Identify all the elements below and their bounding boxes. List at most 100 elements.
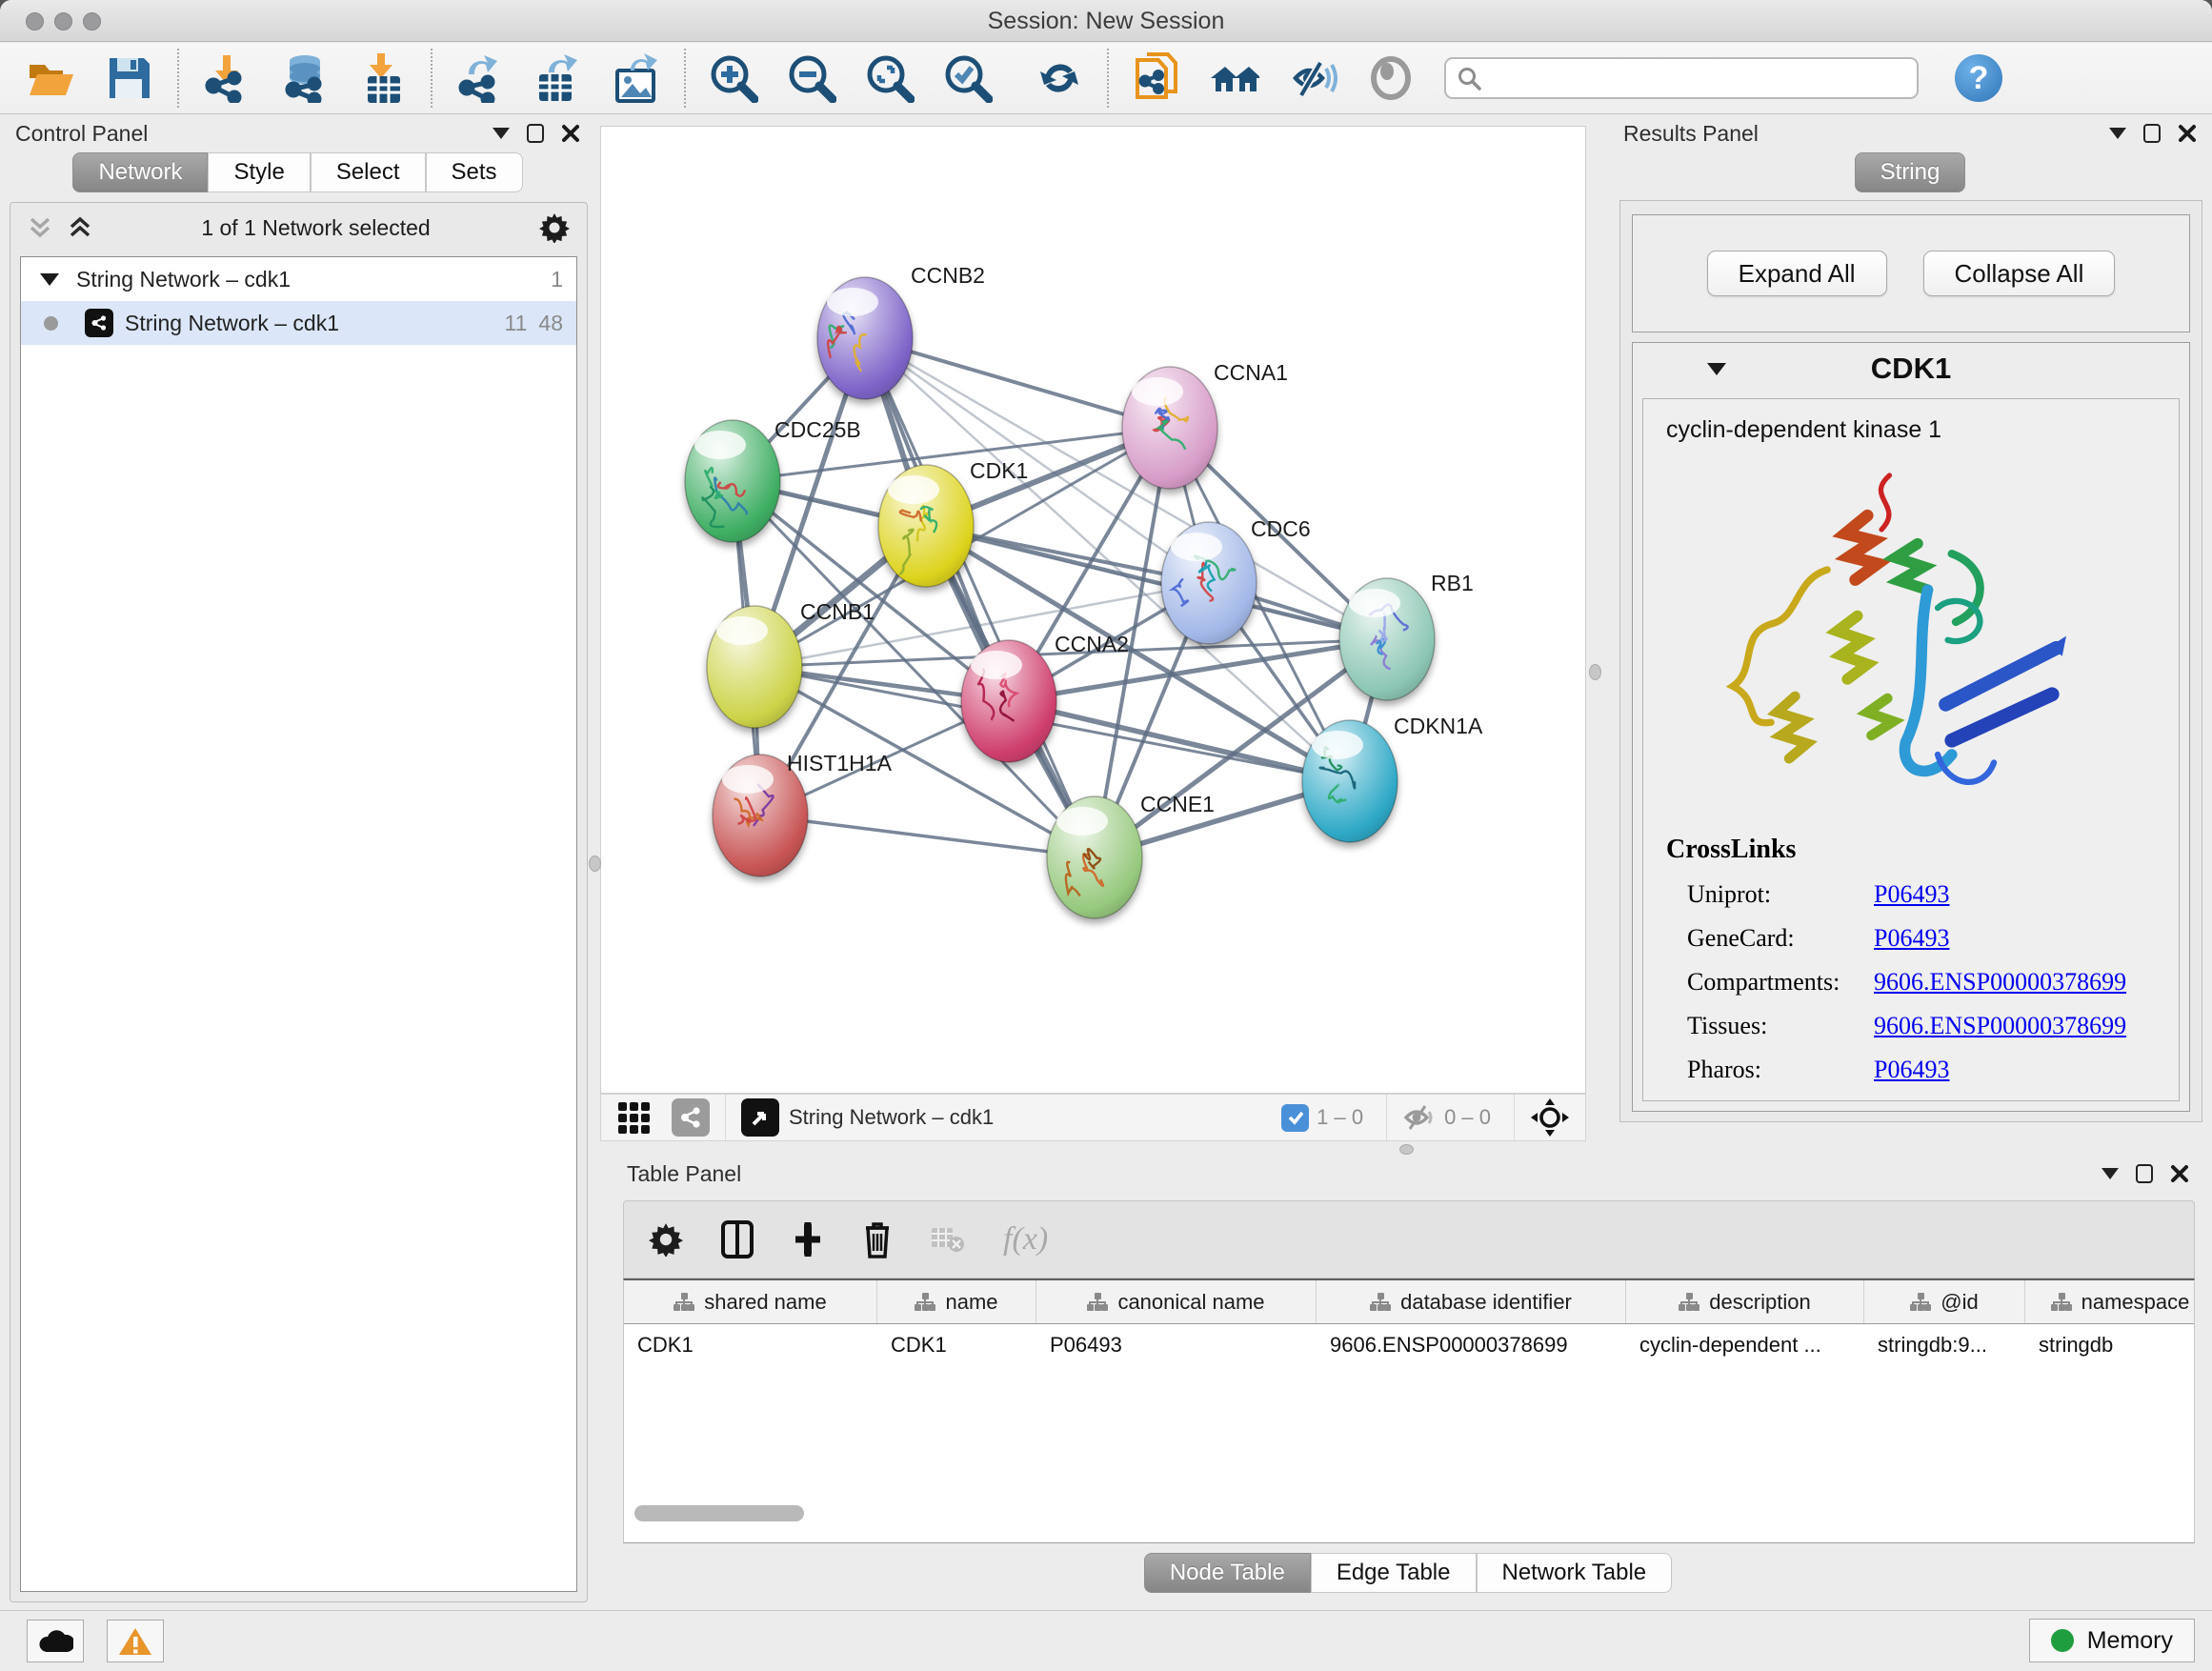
table-row[interactable]: CDK1CDK1P064939606.ENSP00000378699cyclin… bbox=[624, 1324, 2194, 1366]
tab-style[interactable]: Style bbox=[208, 152, 310, 192]
table-cell[interactable]: 9606.ENSP00000378699 bbox=[1317, 1324, 1626, 1366]
node-label-CDKN1A: CDKN1A bbox=[1394, 714, 1483, 738]
collapse-all-button[interactable]: Collapse All bbox=[1923, 251, 2116, 296]
network-node-RB1[interactable]: RB1 bbox=[1339, 571, 1474, 700]
gene-section: CDK1 cyclin-dependent kinase 1 bbox=[1632, 342, 2190, 1112]
column-header-shared-name[interactable]: shared name bbox=[624, 1280, 877, 1323]
close-panel-icon[interactable] bbox=[2170, 1164, 2189, 1183]
float-panel-icon[interactable] bbox=[2143, 124, 2161, 143]
memory-status-dot bbox=[2051, 1629, 2074, 1652]
table-cell[interactable]: stringdb bbox=[2025, 1324, 2195, 1366]
column-header-canonical-name[interactable]: canonical name bbox=[1036, 1280, 1317, 1323]
warnings-button[interactable] bbox=[107, 1620, 164, 1662]
open-session-icon[interactable] bbox=[27, 53, 76, 103]
memory-button[interactable]: Memory bbox=[2029, 1619, 2195, 1662]
bottom-splitter-handle[interactable] bbox=[1399, 1144, 1414, 1155]
table-cell[interactable]: stringdb:9... bbox=[1864, 1324, 2025, 1366]
birdseye-grid-icon[interactable] bbox=[616, 1098, 654, 1137]
save-session-icon[interactable] bbox=[105, 53, 154, 103]
cloud-status-button[interactable] bbox=[27, 1620, 84, 1662]
network-view-canvas[interactable]: CCNB2CCNA1CDC25BCDK1CDC6RB1CCNB1CCNA2CDK… bbox=[600, 126, 1586, 1094]
tab-string[interactable]: String bbox=[1855, 152, 1966, 192]
float-panel-icon[interactable] bbox=[2136, 1164, 2153, 1183]
tab-network-table[interactable]: Network Table bbox=[1477, 1553, 1673, 1593]
export-table-icon[interactable] bbox=[533, 53, 583, 103]
expand-all-button[interactable]: Expand All bbox=[1707, 251, 1887, 296]
network-row[interactable]: String Network – cdk1 11 48 bbox=[21, 301, 576, 345]
network-node-CCNA1[interactable]: CCNA1 bbox=[1122, 360, 1288, 489]
close-panel-icon[interactable] bbox=[2178, 124, 2197, 143]
panel-menu-icon[interactable] bbox=[2109, 128, 2126, 139]
left-splitter-handle[interactable] bbox=[589, 856, 601, 872]
zoom-in-icon[interactable] bbox=[709, 53, 758, 103]
panel-menu-icon[interactable] bbox=[493, 128, 510, 139]
toolbar-separator bbox=[684, 49, 686, 108]
table-cell[interactable]: CDK1 bbox=[877, 1324, 1036, 1366]
tab-edge-table[interactable]: Edge Table bbox=[1311, 1553, 1477, 1593]
network-edge-HIST1H1A-CCNE1[interactable] bbox=[760, 815, 1095, 857]
column-header-description[interactable]: description bbox=[1626, 1280, 1864, 1323]
import-network-file-icon[interactable] bbox=[202, 53, 251, 103]
string-home-icon[interactable] bbox=[1210, 53, 1259, 103]
tab-sets[interactable]: Sets bbox=[426, 152, 523, 192]
zoom-selected-icon[interactable] bbox=[943, 53, 993, 103]
zoom-out-icon[interactable] bbox=[787, 53, 836, 103]
network-edge-CCNB2-CCNE1[interactable] bbox=[865, 338, 1095, 857]
panel-menu-icon[interactable] bbox=[2101, 1168, 2119, 1179]
export-network-icon[interactable] bbox=[455, 53, 505, 103]
collection-label: String Network – cdk1 bbox=[76, 267, 291, 292]
network-collection-row[interactable]: String Network – cdk1 1 bbox=[21, 257, 576, 301]
tab-select[interactable]: Select bbox=[311, 152, 426, 192]
show-columns-icon[interactable] bbox=[721, 1220, 754, 1258]
share-document-icon[interactable] bbox=[1132, 53, 1181, 103]
network-node-CCNE1[interactable]: CCNE1 bbox=[1047, 792, 1215, 918]
column-header--id[interactable]: @id bbox=[1864, 1280, 2025, 1323]
hide-selected-icon[interactable] bbox=[1288, 53, 1337, 103]
add-column-icon[interactable] bbox=[792, 1220, 824, 1258]
gear-icon[interactable] bbox=[539, 212, 570, 243]
help-icon[interactable]: ? bbox=[1955, 54, 2002, 102]
table-settings-gear-icon[interactable] bbox=[649, 1222, 683, 1257]
collapse-arrow-icon[interactable] bbox=[40, 273, 59, 286]
refresh-icon[interactable] bbox=[1035, 53, 1084, 103]
network-node-CCNB2[interactable]: CCNB2 bbox=[817, 263, 985, 399]
preview-eye-icon[interactable] bbox=[1366, 53, 1416, 103]
protein-structure-image bbox=[1695, 457, 2156, 829]
crosslink-link[interactable]: P06493 bbox=[1874, 880, 1949, 909]
toolbar-separator bbox=[431, 49, 432, 108]
export-image-icon[interactable] bbox=[612, 53, 661, 103]
fit-content-crosshair-icon[interactable] bbox=[1530, 1097, 1570, 1137]
crosslink-link[interactable]: 9606.ENSP00000378699 bbox=[1874, 968, 2126, 997]
network-node-CDC6[interactable]: CDC6 bbox=[1161, 516, 1311, 644]
network-node-CDKN1A[interactable]: CDKN1A bbox=[1302, 714, 1483, 842]
delete-column-trash-icon[interactable] bbox=[862, 1220, 893, 1258]
network-edge-CCNA2-CDKN1A[interactable] bbox=[1009, 701, 1350, 781]
crosslink-link[interactable]: P06493 bbox=[1874, 1056, 1949, 1084]
table-cell[interactable]: cyclin-dependent ... bbox=[1626, 1324, 1864, 1366]
collapse-all-icon[interactable] bbox=[28, 215, 52, 240]
column-header-namespace[interactable]: namespace bbox=[2025, 1280, 2195, 1323]
column-header-database-identifier[interactable]: database identifier bbox=[1317, 1280, 1626, 1323]
tab-node-table[interactable]: Node Table bbox=[1144, 1553, 1311, 1593]
column-header-name[interactable]: name bbox=[877, 1280, 1036, 1323]
selected-nodes-checkbox[interactable] bbox=[1281, 1104, 1309, 1132]
float-panel-icon[interactable] bbox=[527, 124, 544, 143]
open-in-window-icon[interactable] bbox=[741, 1098, 779, 1137]
zoom-fit-icon[interactable] bbox=[865, 53, 915, 103]
right-splitter-handle[interactable] bbox=[1589, 664, 1601, 680]
close-panel-icon[interactable] bbox=[561, 124, 580, 143]
collapse-section-icon[interactable] bbox=[1707, 363, 1726, 375]
search-input[interactable] bbox=[1444, 57, 1919, 99]
import-table-file-icon[interactable] bbox=[358, 53, 408, 103]
import-network-database-icon[interactable] bbox=[280, 53, 330, 103]
crosslink-link[interactable]: 9606.ENSP00000378699 bbox=[1874, 1012, 2126, 1040]
network-share-icon[interactable] bbox=[672, 1098, 710, 1137]
crosslink-link[interactable]: P06493 bbox=[1874, 924, 1949, 953]
network-node-HIST1H1A[interactable]: HIST1H1A bbox=[713, 751, 893, 876]
table-cell[interactable]: P06493 bbox=[1036, 1324, 1317, 1366]
table-cell[interactable]: CDK1 bbox=[624, 1324, 877, 1366]
tab-network[interactable]: Network bbox=[72, 152, 208, 192]
horizontal-scrollbar-thumb[interactable] bbox=[634, 1505, 804, 1521]
expand-all-icon[interactable] bbox=[68, 215, 92, 240]
column-sort-icon bbox=[674, 1292, 694, 1313]
